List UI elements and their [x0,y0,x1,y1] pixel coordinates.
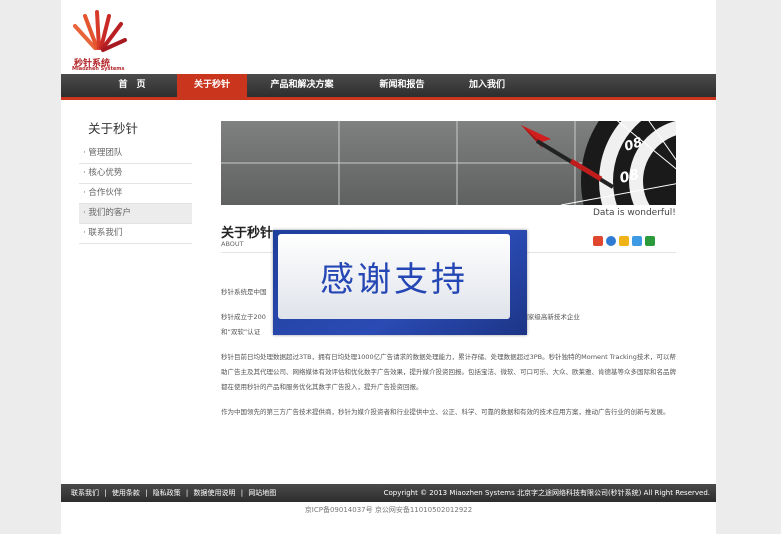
banner-tagline: Data is wonderful! [593,208,676,218]
footer: 联系我们 | 使用条款 | 隐私政策 | 数据使用说明 | 网站地图 Copyr… [61,484,716,502]
sidebar-item-contact[interactable]: · 联系我们 [79,224,192,244]
nav-home[interactable]: 首 页 [87,74,177,97]
sidebar-item-team[interactable]: · 管理团队 [79,144,192,164]
paragraph-2: 秒针成立于200 [221,313,266,321]
sidebar: 关于秒针 · 管理团队 · 核心优势 · 合作伙伴 · 我们的客户 · 联系我们 [79,118,192,244]
nav-about[interactable]: 关于秒针 [177,74,247,97]
footer-link-sitemap[interactable]: 网站地图 [248,489,276,497]
logo[interactable]: 秒针系统 Miaozhen Systems [67,8,137,72]
footer-links: 联系我们 | 使用条款 | 隐私政策 | 数据使用说明 | 网站地图 [71,489,277,497]
nav-news[interactable]: 新闻和报告 [357,74,447,97]
weibo-icon[interactable] [593,236,603,246]
star-icon[interactable] [619,236,629,246]
renren-icon[interactable] [606,236,616,246]
thanks-panel: 感谢支持 [278,234,510,319]
sidebar-item-clients[interactable]: · 我们的客户 [79,204,192,224]
paragraph-4: 作为中国领先的第三方广告技术提供商，秒针为媒介投资者和行业提供中立、公正、科学、… [221,408,670,416]
qzone-icon[interactable] [632,236,642,246]
icp-license: 京ICP备09014037号 京公网安备11010502012922 [304,506,473,514]
footer-link-contact[interactable]: 联系我们 [71,489,99,497]
footer-link-terms[interactable]: 使用条款 [112,489,140,497]
share-icons [593,236,655,246]
thanks-text: 感谢支持 [320,260,468,300]
nav-join[interactable]: 加入我们 [447,74,527,97]
page: 秒针系统 Miaozhen Systems 首 页 关于秒针 产品和解决方案 新… [61,0,716,534]
sidebar-item-advantage[interactable]: · 核心优势 [79,164,192,184]
logo-burst-icon [73,10,127,52]
article-subtitle: ABOUT [221,240,244,248]
footer-link-privacy[interactable]: 隐私政策 [153,489,181,497]
share-icon[interactable] [645,236,655,246]
footer-copyright: Copyright © 2013 Miaozhen Systems 北京字之途网… [383,489,710,497]
nav-products[interactable]: 产品和解决方案 [247,74,357,97]
thanks-overlay: 感谢支持 [273,230,527,335]
sidebar-item-partners[interactable]: · 合作伙伴 [79,184,192,204]
logo-en-text: Miaozhen Systems [72,66,125,72]
dartboard-banner: 08 08 [221,121,676,205]
sidebar-title: 关于秒针 [88,121,139,136]
footer-link-data-usage[interactable]: 数据使用说明 [193,489,235,497]
article-title: 关于秒针 [221,226,274,241]
paragraph-3: 秒针目前日均处理数据超过3TB，拥有日均处理1000亿广告请求的数据处理能力，累… [221,353,676,391]
banner-image: 08 08 [221,121,676,205]
main-nav: 首 页 关于秒针 产品和解决方案 新闻和报告 加入我们 [61,74,716,100]
